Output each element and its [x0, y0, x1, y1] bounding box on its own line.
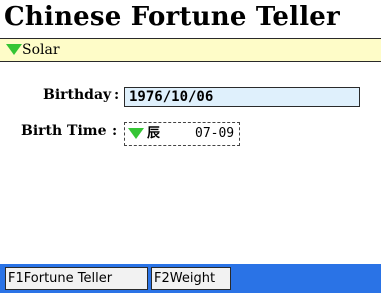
- softkey-label: Fortune Teller: [23, 271, 113, 286]
- fortune-teller-screen: Chinese Fortune Teller Solar Birthday : …: [0, 0, 381, 293]
- birthday-label: Birthday: [43, 87, 112, 103]
- title-bar: Chinese Fortune Teller: [0, 0, 381, 36]
- app-title: Chinese Fortune Teller: [4, 2, 340, 32]
- birthday-value: 1976/10/06: [129, 89, 214, 105]
- birth-time-range: 07-09: [195, 126, 235, 141]
- weight-softkey[interactable]: F2Weight: [151, 267, 231, 290]
- calendar-type-dropdown[interactable]: Solar: [0, 38, 381, 62]
- softkey-key: F2: [154, 271, 170, 286]
- birthday-input[interactable]: 1976/10/06: [124, 87, 360, 107]
- dropdown-arrow-icon: [6, 44, 22, 55]
- birth-time-hour: 辰: [147, 126, 161, 141]
- softkey-key: F1: [8, 271, 24, 286]
- birthday-colon: :: [114, 87, 120, 103]
- birth-time-dropdown[interactable]: 辰 07-09: [124, 122, 240, 146]
- softkey-label: Weight: [169, 271, 216, 286]
- birth-time-label: Birth Time: [21, 123, 107, 139]
- birth-time-colon: :: [112, 123, 118, 139]
- dropdown-arrow-icon: [128, 128, 144, 139]
- softkey-bar: F1Fortune Teller F2Weight: [0, 264, 381, 293]
- fortune-teller-softkey[interactable]: F1Fortune Teller: [5, 267, 148, 290]
- calendar-type-value: Solar: [22, 42, 60, 58]
